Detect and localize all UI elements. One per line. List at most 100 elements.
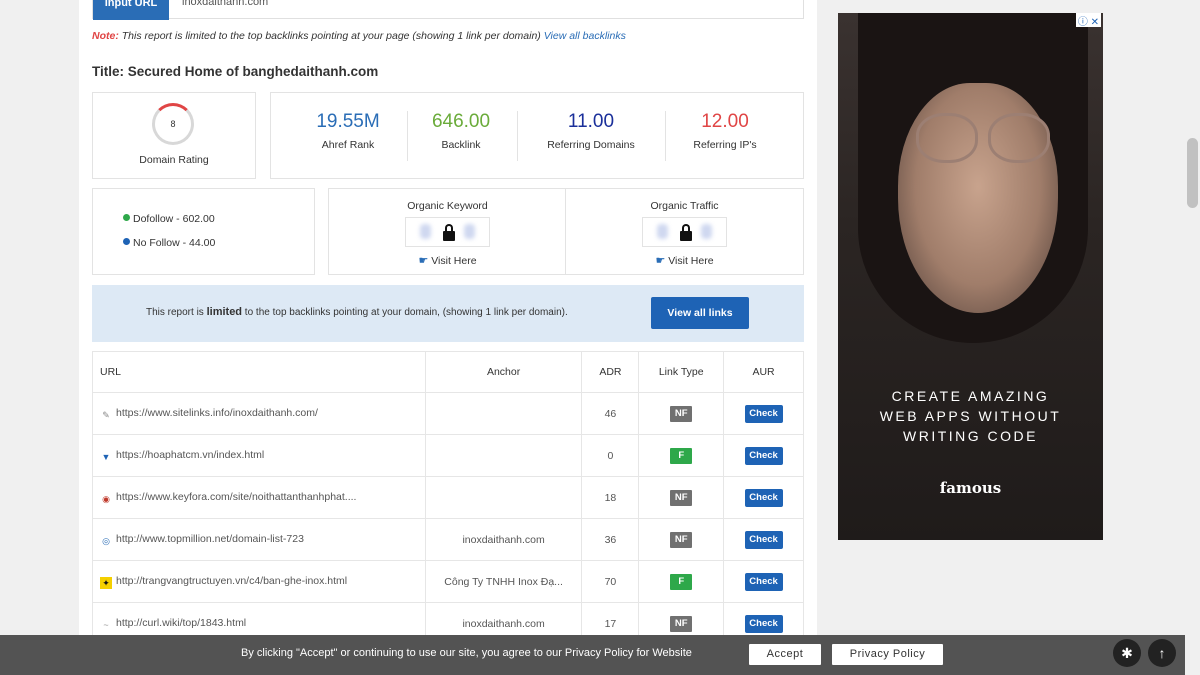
cookie-text: By clicking "Accept" or continuing to us… [241,647,692,659]
organic-card: Organic Keyword ☛ Visit Here Organic Tra… [328,188,804,275]
check-button[interactable]: Check [744,488,783,507]
domain-rating-gauge: 8 [152,103,194,145]
adr-cell: 70 [581,560,640,603]
scroll-top-icon[interactable]: ↑ [1148,639,1176,667]
ad-headline: CREATE AMAZING WEB APPS WITHOUT WRITING … [838,386,1103,446]
header-adr[interactable]: ADR [581,351,640,393]
input-url-button[interactable]: Input URL [93,0,169,20]
link-type-badge: NF [670,615,693,632]
check-button[interactable]: Check [744,404,783,423]
visit-here-link[interactable]: ☛ Visit Here [329,254,566,267]
accept-button[interactable]: Accept [749,644,821,665]
backlink-url[interactable]: http://trangvangtructuyen.vn/c4/ban-ghe-… [116,575,347,587]
note-prefix: Note: [92,30,119,42]
anchor-cell: Công Ty TNHH Inox Đạ... [424,560,583,603]
ad-image-glasses [916,113,978,163]
divider [517,111,518,161]
url-input[interactable]: inoxdaithanh.com [182,0,268,9]
blurred-value [464,224,475,239]
link-type-cell: F [638,560,725,603]
link-type-badge: F [670,447,693,464]
stat-label: Referring Domains [547,139,635,151]
page-scrollbar[interactable] [1185,0,1200,675]
aur-cell: Check [723,434,804,477]
view-all-backlinks-link[interactable]: View all backlinks [544,30,626,42]
privacy-policy-button[interactable]: Privacy Policy [832,644,943,665]
lock-icon [680,224,692,242]
table-row: ◎ http://www.topmillion.net/domain-list-7… [92,518,804,561]
stat-referring-domains: 11.00 Referring Domains [532,111,650,161]
header-link-type[interactable]: Link Type [638,351,725,393]
lock-icon [443,224,455,242]
dofollow-dot-icon [123,214,130,221]
stats-card: 19.55M Ahref Rank 646.00 Backlink 11.00 … [270,92,804,179]
note-text: This report is limited to the top backli… [118,30,544,42]
aur-cell: Check [723,560,804,603]
url-cell: ✦ http://trangvangtructuyen.vn/c4/ban-ghe… [92,560,426,603]
url-input-row: Input URL inoxdaithanh.com [92,0,804,20]
link-type-badge: F [670,573,693,590]
url-cell: ✎ https://www.sitelinks.info/inoxdaithanh… [92,392,426,435]
locked-value [405,217,490,247]
stat-value: 11.00 [567,111,615,132]
url-cell: ◎ http://www.topmillion.net/domain-list-7… [92,518,426,561]
dofollow-item: Dofollow - 602.00 [123,213,215,225]
backlink-url[interactable]: https://www.sitelinks.info/inoxdaithanh.… [116,407,318,419]
header-anchor[interactable]: Anchor [424,351,583,393]
visit-here-link[interactable]: ☛ Visit Here [566,254,803,267]
header-aur[interactable]: AUR [723,351,804,393]
link-type-badge: NF [670,405,693,422]
ad-choices-icon[interactable]: ⓘ ✕ [1075,13,1101,28]
url-cell: ◉ https://www.keyfora.com/site/noithattan… [92,476,426,519]
blurred-value [420,224,431,239]
chain-icon: ✎ [102,409,110,420]
cookie-bar: By clicking "Accept" or continuing to us… [0,635,1185,675]
anchor-cell [424,434,583,477]
domain-rating-label: Domain Rating [139,154,209,166]
blurred-value [701,224,712,239]
report-note: Note: This report is limited to the top … [92,30,626,42]
organic-keyword-label: Organic Keyword [407,200,488,212]
adr-cell: 0 [581,434,640,477]
stat-label: Referring IP's [693,139,757,151]
pointer-hand-icon: ☛ [655,255,666,267]
anchor-cell: inoxdaithanh.com [424,518,583,561]
stat-value: 19.55M [316,111,380,132]
scrollbar-thumb[interactable] [1187,138,1198,208]
check-button[interactable]: Check [744,572,783,591]
header-url[interactable]: URL [92,351,426,393]
check-button[interactable]: Check [744,446,783,465]
link-type-cell: NF [638,518,725,561]
advertisement[interactable]: ⓘ ✕ CREATE AMAZING WEB APPS WITHOUT WRIT… [838,13,1103,540]
ad-brand-logo: famous [939,479,1002,497]
ad-headline-line: CREATE AMAZING [891,388,1050,404]
stat-ahref-rank: 19.55M Ahref Rank [289,111,407,161]
stat-value: 12.00 [701,111,749,132]
banner-text: This report is limited to the top backli… [146,306,568,318]
nofollow-dot-icon [123,238,130,245]
organic-keyword: Organic Keyword ☛ Visit Here [329,189,566,275]
backlink-url[interactable]: https://www.keyfora.com/site/noithattant… [116,491,356,503]
banner-text-a: This report is [146,307,207,318]
anchor-cell [424,392,583,435]
aur-cell: Check [723,518,804,561]
backlinks-table: URL Anchor ADR Link Type AUR ✎ https://ww… [92,351,804,675]
table-row: ▼ https://hoaphatcm.vn/index.html 0 F Check [92,434,804,477]
aur-cell: Check [723,392,804,435]
backlink-url[interactable]: https://hoaphatcm.vn/index.html [116,449,264,461]
table-row: ✎ https://www.sitelinks.info/inoxdaithanh… [92,392,804,435]
bug-report-icon[interactable]: ✱ [1113,639,1141,667]
check-button[interactable]: Check [744,614,783,633]
organic-traffic-label: Organic Traffic [650,200,719,212]
banner-text-b: to the top backlinks pointing at your do… [242,307,568,318]
view-all-links-button[interactable]: View all links [651,297,749,329]
link-type-badge: NF [670,531,693,548]
backlink-url[interactable]: http://curl.wiki/top/1843.html [116,617,246,629]
check-button[interactable]: Check [744,530,783,549]
curl-icon: ~ [103,619,109,630]
backlink-url[interactable]: http://www.topmillion.net/domain-list-72… [116,533,304,545]
eye-icon: ◉ [102,493,110,504]
table-row: ◉ https://www.keyfora.com/site/noithattan… [92,476,804,519]
nofollow-item: No Follow - 44.00 [123,237,215,249]
link-type-cell: NF [638,392,725,435]
